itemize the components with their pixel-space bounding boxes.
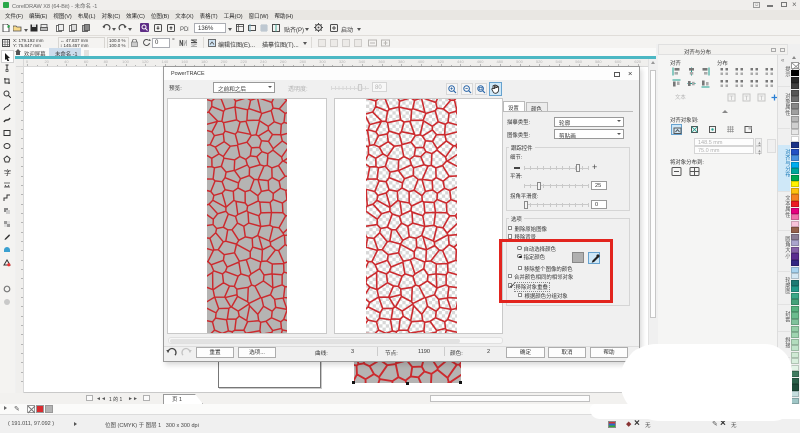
svg-text:PDF: PDF [180, 27, 189, 32]
svg-text:字: 字 [4, 168, 11, 176]
